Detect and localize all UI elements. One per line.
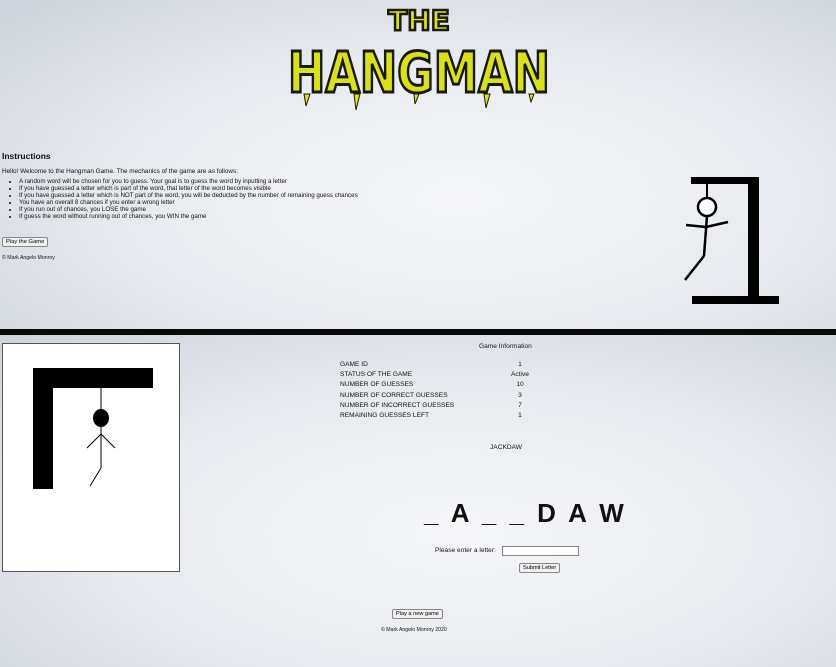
letter-prompt: Please enter a letter: <box>435 547 496 554</box>
table-row: NUMBER OF CORRECT GUESSES 3 <box>340 391 522 399</box>
stickman-arm <box>705 220 729 229</box>
game-info-title: Game Information <box>479 343 532 350</box>
stickman-body <box>702 215 709 257</box>
instructions-intro: Hello! Welcome to the Hangman Game. The … <box>2 168 238 175</box>
table-row: NUMBER OF INCORRECT GUESSES 7 <box>340 401 522 409</box>
table-row: STATUS OF THE GAME Active <box>340 370 529 378</box>
gallows-canvas <box>2 343 180 572</box>
copyright-text: © Mark Angelo Monroy 2020 <box>381 627 447 633</box>
secret-word: JACKDAW <box>490 444 522 451</box>
new-game-button[interactable]: Play a new game <box>392 609 443 619</box>
masked-word: _ A _ _ D A W <box>424 498 627 528</box>
game-screen: Game Information GAME ID 1 STATUS OF THE … <box>0 335 836 667</box>
table-row: REMAINING GUESSES LEFT 1 <box>340 412 522 420</box>
logo-text-hangman: HANGMAN <box>288 41 550 106</box>
instructions-title: Instructions <box>2 151 51 161</box>
copyright-text: © Mark Angelo Monroy <box>2 255 55 261</box>
gallows-base <box>692 296 779 304</box>
hangman-logo: THE HANGMAN <box>284 2 554 114</box>
stickman-arm <box>685 223 707 229</box>
welcome-screen: THE HANGMAN Instructions Hello! Welcome … <box>0 0 836 329</box>
stickman-leg <box>684 255 705 281</box>
stickman-arm <box>86 433 102 449</box>
gallows-post <box>748 177 759 302</box>
list-item: If guess the word without running out of… <box>19 213 358 221</box>
rules-list: A random word will be chosen for you to … <box>10 178 358 221</box>
game-info-table: GAME ID 1 STATUS OF THE GAME Active NUMBER… <box>340 359 530 421</box>
stickman-leg <box>89 467 102 487</box>
stickman-head <box>93 409 109 427</box>
letter-input[interactable] <box>502 546 579 556</box>
play-game-button[interactable]: Play the Game <box>2 237 49 247</box>
table-row: NUMBER OF GUESSES 10 <box>340 381 524 389</box>
submit-letter-button[interactable]: Submit Letter <box>519 563 561 573</box>
logo-text-the: THE <box>388 4 450 37</box>
stickman-head <box>696 196 718 218</box>
table-row: GAME ID 1 <box>340 360 522 368</box>
hangman-illustration <box>676 172 786 312</box>
stickman-arm <box>100 433 116 449</box>
gallows-post <box>33 368 53 489</box>
